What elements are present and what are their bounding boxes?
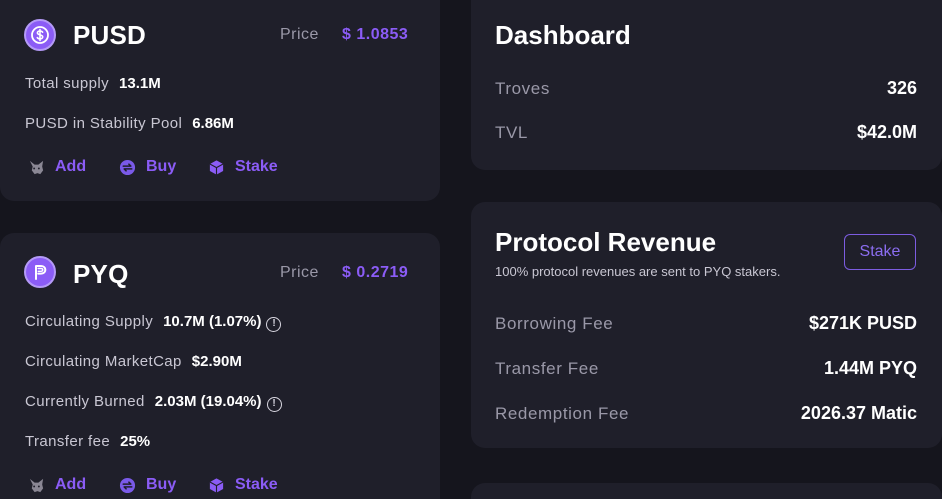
metamask-fox-icon xyxy=(29,478,44,492)
troves-label: Troves xyxy=(495,79,550,98)
pyq-marketcap-row: Circulating MarketCap $2.90M xyxy=(25,353,242,371)
stat-value: 2.03M (19.04%) xyxy=(154,393,262,410)
pyq-logo-icon xyxy=(24,256,56,288)
add-label: Add xyxy=(55,158,87,175)
revenue-title: Protocol Revenue xyxy=(495,227,717,257)
redemption-fee-value: 2026.37 Matic xyxy=(800,403,917,423)
troves-value: 326 xyxy=(886,78,917,98)
pusd-stake-button[interactable]: Stake xyxy=(208,158,278,176)
pyq-price-value: $ 0.2719 xyxy=(342,264,409,281)
revenue-subtitle: 100% protocol revenues are sent to PYQ s… xyxy=(495,264,781,279)
pusd-buy-button[interactable]: Buy xyxy=(119,158,176,176)
stat-value: 6.86M xyxy=(192,115,234,132)
borrowing-fee-value: $271K PUSD xyxy=(808,313,917,333)
exchange-icon xyxy=(119,477,136,493)
pyq-card: PYQ Price $ 0.2719 Circulating Supply 10.… xyxy=(0,233,440,499)
buy-label: Buy xyxy=(146,476,177,493)
dashboard-card: Dashboard Troves 326 TVL $42.0M xyxy=(471,0,942,170)
pyq-circulating-supply-row: Circulating Supply 10.7M (1.07%)! xyxy=(25,313,282,332)
buy-label: Buy xyxy=(146,158,177,175)
info-icon[interactable]: ! xyxy=(266,397,282,412)
pusd-card: PUSD Price $ 1.0853 Total supply 13.1M PU… xyxy=(0,0,440,201)
stake-label: Stake xyxy=(235,158,278,175)
metamask-fox-icon xyxy=(29,160,44,174)
stat-label: Total supply xyxy=(25,75,110,92)
stat-label: Circulating MarketCap xyxy=(25,353,182,370)
stat-label: Circulating Supply xyxy=(25,313,154,330)
pusd-name: PUSD xyxy=(73,20,147,50)
cube-icon xyxy=(209,159,224,175)
protocol-revenue-card: Protocol Revenue 100% protocol revenues … xyxy=(471,202,942,448)
transfer-fee-label: Transfer Fee xyxy=(495,359,599,378)
dashboard-title: Dashboard xyxy=(495,20,631,50)
transfer-fee-value: 1.44M PYQ xyxy=(823,358,917,378)
pyq-burned-row: Currently Burned 2.03M (19.04%)! xyxy=(25,393,282,412)
pusd-stability-pool-row: PUSD in Stability Pool 6.86M xyxy=(25,115,234,133)
pusd-price-value: $ 1.0853 xyxy=(342,26,409,43)
stat-label: Currently Burned xyxy=(25,393,145,410)
next-card xyxy=(471,483,942,499)
revenue-stake-button[interactable]: Stake xyxy=(844,234,916,270)
stat-label: PUSD in Stability Pool xyxy=(25,115,183,132)
tvl-value: $42.0M xyxy=(856,122,917,142)
pyq-add-button[interactable]: Add xyxy=(28,476,86,494)
pyq-stake-button[interactable]: Stake xyxy=(208,476,278,494)
pyq-buy-button[interactable]: Buy xyxy=(119,476,176,494)
stat-value: 25% xyxy=(120,433,151,450)
stat-label: Transfer fee xyxy=(25,433,111,450)
cube-icon xyxy=(209,477,224,493)
stat-value: 10.7M (1.07%) xyxy=(163,313,262,330)
stat-value: $2.90M xyxy=(191,353,242,370)
pusd-total-supply-row: Total supply 13.1M xyxy=(25,75,161,93)
borrowing-fee-label: Borrowing Fee xyxy=(495,314,614,333)
tvl-label: TVL xyxy=(495,123,528,142)
pyq-transfer-fee-row: Transfer fee 25% xyxy=(25,433,150,451)
pyq-price-label: Price xyxy=(280,264,319,281)
pusd-price-label: Price xyxy=(280,26,319,43)
exchange-icon xyxy=(119,159,136,175)
redemption-fee-label: Redemption Fee xyxy=(495,404,630,423)
stat-value: 13.1M xyxy=(119,75,161,92)
info-icon[interactable]: ! xyxy=(266,317,282,332)
pyq-name: PYQ xyxy=(73,259,129,289)
add-label: Add xyxy=(55,476,87,493)
stake-label: Stake xyxy=(235,476,278,493)
pusd-add-button[interactable]: Add xyxy=(28,158,86,176)
pusd-logo-icon xyxy=(24,19,56,51)
